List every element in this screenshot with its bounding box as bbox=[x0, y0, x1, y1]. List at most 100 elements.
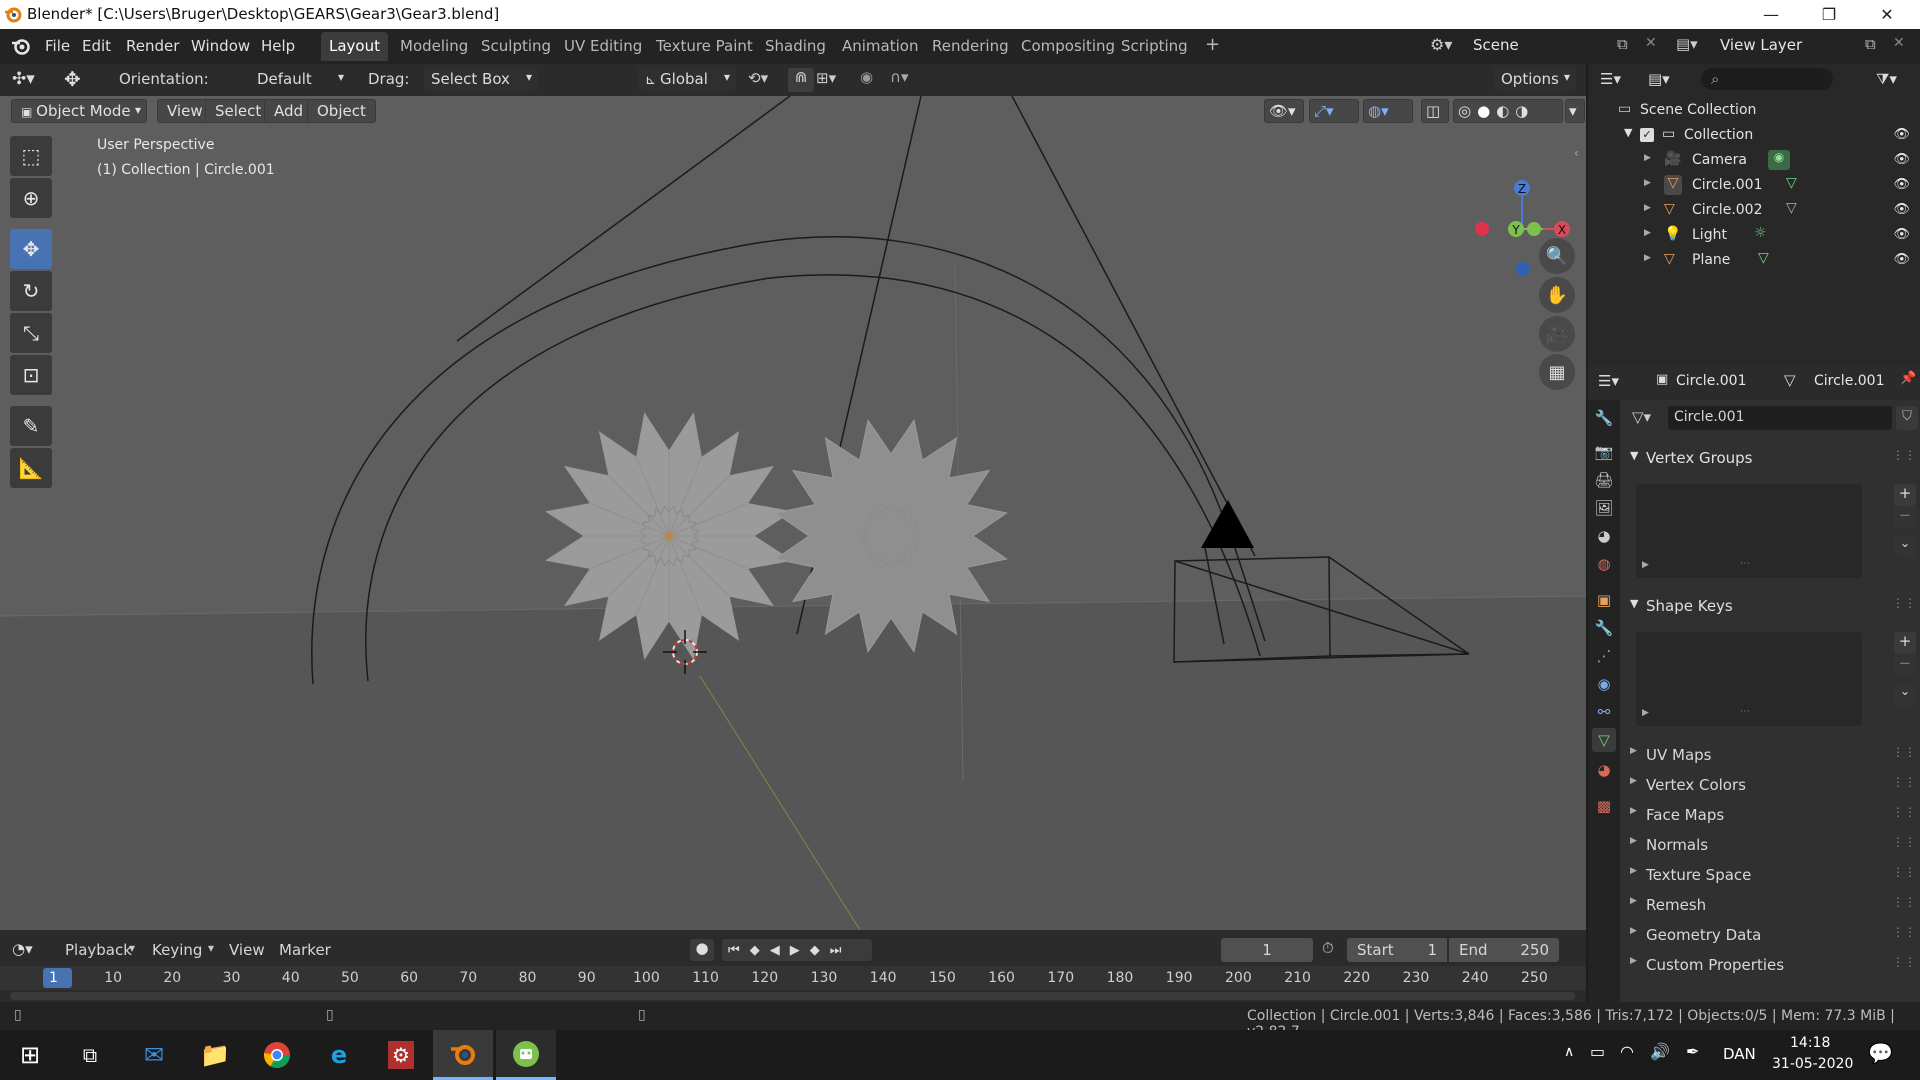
falloff-icon[interactable]: ∩▾ bbox=[890, 68, 909, 86]
drag-dropdown[interactable]: Select Box ▾ bbox=[424, 67, 538, 92]
outliner-row-light[interactable]: ▶ 💡 Light ☼ 👁 bbox=[1588, 223, 1920, 248]
vertex-groups-list[interactable]: ▶ ⋯ bbox=[1636, 484, 1862, 578]
jump-start-icon[interactable]: ⏮ bbox=[728, 943, 750, 958]
camera-view-icon[interactable]: 🎥 bbox=[1539, 316, 1575, 352]
clock-date[interactable]: 31-05-2020 bbox=[1772, 1056, 1853, 1072]
blender-taskbar-icon[interactable] bbox=[433, 1030, 493, 1080]
outliner-row-circle-002[interactable]: ▶ ▽ Circle.002 ▽ 👁 bbox=[1588, 198, 1920, 223]
eye-icon[interactable]: 👁 bbox=[1893, 127, 1910, 142]
scene-browse-icon[interactable]: ⚙▾ bbox=[1430, 35, 1460, 57]
tool-tab-icon[interactable]: 🔧 bbox=[1592, 406, 1616, 430]
expand-arrow-icon[interactable]: ▶ bbox=[1644, 178, 1651, 188]
transform-orientation-dropdown[interactable]: ⊾ Global ▾ bbox=[638, 67, 736, 92]
output-tab-icon[interactable]: 🖨 bbox=[1592, 468, 1616, 492]
panel-vertex-colors[interactable]: ▶ Vertex Colors ⋮⋮ bbox=[1624, 770, 1920, 800]
maximize-button[interactable]: ❐ bbox=[1800, 0, 1858, 29]
select-box-tool-icon[interactable]: ⬚ bbox=[10, 136, 52, 176]
sidebar-toggle-icon[interactable]: ‹ bbox=[1574, 146, 1579, 160]
scale-tool-icon[interactable]: ⤡ bbox=[10, 313, 52, 353]
eye-icon[interactable]: 👁 bbox=[1893, 202, 1910, 217]
timeline-menu-marker[interactable]: Marker bbox=[279, 941, 331, 959]
timeline-scrollbar[interactable] bbox=[10, 992, 1575, 1000]
rotate-tool-icon[interactable]: ↻ bbox=[10, 271, 52, 311]
shape-key-specials-icon[interactable]: ⌄ bbox=[1894, 684, 1916, 706]
mesh-data-icon[interactable]: ▽ bbox=[1786, 200, 1797, 216]
pan-hand-icon[interactable]: ✋ bbox=[1539, 277, 1575, 313]
visibility-toggle-icon[interactable]: 👁▾ bbox=[1264, 99, 1304, 123]
tab-compositing[interactable]: Compositing bbox=[1013, 32, 1123, 61]
tab-rendering[interactable]: Rendering bbox=[924, 32, 1017, 61]
3d-viewport[interactable]: ▣ Object Mode ▾ View Select Add Object 👁… bbox=[0, 96, 1586, 930]
eye-icon[interactable]: 👁 bbox=[1893, 252, 1910, 267]
current-frame-field[interactable]: 1 bbox=[1221, 938, 1313, 962]
prev-keyframe-icon[interactable]: ◆ bbox=[750, 943, 770, 958]
list-options-arrow-icon[interactable]: ▶ bbox=[1642, 560, 1649, 570]
texture-tab-icon[interactable]: ▩ bbox=[1592, 794, 1616, 818]
add-vertex-group-button[interactable]: + bbox=[1894, 484, 1916, 506]
move-tool-button-icon[interactable]: ✥ bbox=[10, 229, 52, 269]
volume-icon[interactable]: 🔊 bbox=[1650, 1042, 1670, 1061]
panel-custom-properties[interactable]: ▶ Custom Properties ⋮⋮ bbox=[1624, 950, 1920, 980]
mesh-data-tab-icon[interactable]: ▽ bbox=[1592, 728, 1616, 752]
end-frame-field[interactable]: End 250 bbox=[1449, 938, 1559, 962]
scene-name[interactable]: Scene bbox=[1473, 36, 1519, 54]
proportional-edit-icon[interactable]: ◉ bbox=[860, 68, 873, 86]
remove-vertex-group-button[interactable]: − bbox=[1894, 506, 1916, 528]
annotate-tool-icon[interactable]: ✎ bbox=[10, 406, 52, 446]
outliner-row-scene-collection[interactable]: ▭ Scene Collection bbox=[1588, 98, 1920, 123]
viewport-menu-add[interactable]: Add bbox=[264, 99, 314, 123]
editor-type-icon[interactable]: ✣▾ bbox=[12, 69, 35, 89]
camera-data-icon[interactable]: ◉ bbox=[1768, 150, 1790, 170]
properties-editor-type-icon[interactable]: ☰▾ bbox=[1598, 372, 1619, 390]
shading-options-chevron-icon[interactable]: ▾ bbox=[1565, 99, 1585, 123]
solid-shading-icon[interactable]: ● bbox=[1477, 102, 1496, 120]
outliner-editor-type-icon[interactable]: ☰▾ bbox=[1600, 70, 1621, 88]
tab-modeling[interactable]: Modeling bbox=[392, 32, 476, 61]
zoom-icon[interactable]: 🔍 bbox=[1539, 238, 1575, 274]
tab-sculpting[interactable]: Sculpting bbox=[473, 32, 559, 61]
drag-handle-icon[interactable]: ⋮⋮ bbox=[1892, 448, 1916, 462]
timeline-menu-keying[interactable]: Keying bbox=[152, 941, 202, 959]
mail-icon[interactable]: ✉ bbox=[124, 1030, 184, 1080]
record-icon[interactable]: ● bbox=[690, 939, 714, 961]
pen-icon[interactable]: ✒ bbox=[1686, 1042, 1699, 1061]
input-language[interactable]: DAN bbox=[1723, 1045, 1756, 1063]
green-app-icon[interactable] bbox=[496, 1030, 556, 1080]
viewport-menu-object[interactable]: Object bbox=[307, 99, 376, 123]
rendered-shading-icon[interactable]: ◑ bbox=[1515, 102, 1534, 120]
blender-menu-icon[interactable] bbox=[10, 36, 32, 56]
panel-texture-space[interactable]: ▶ Texture Space ⋮⋮ bbox=[1624, 860, 1920, 890]
drag-handle-icon[interactable]: ⋮⋮ bbox=[1892, 955, 1916, 969]
timeline-editor-type-icon[interactable]: ◔▾ bbox=[12, 940, 33, 958]
expand-arrow-icon[interactable]: ▶ bbox=[1644, 153, 1651, 163]
wireframe-shading-icon[interactable]: ◎ bbox=[1458, 102, 1477, 120]
windows-start-icon[interactable]: ⊞ bbox=[0, 1030, 60, 1080]
menu-render[interactable]: Render bbox=[121, 35, 184, 57]
show-hidden-icons-icon[interactable]: ∧ bbox=[1564, 1044, 1574, 1060]
drag-handle-icon[interactable]: ⋮⋮ bbox=[1892, 745, 1916, 759]
expand-arrow-icon[interactable]: ▶ bbox=[1644, 253, 1651, 263]
battery-icon[interactable]: ▭ bbox=[1590, 1042, 1605, 1061]
render-tab-icon[interactable]: 📷 bbox=[1592, 440, 1616, 464]
panel-face-maps[interactable]: ▶ Face Maps ⋮⋮ bbox=[1624, 800, 1920, 830]
snap-target-icon[interactable]: ⊞▾ bbox=[816, 69, 836, 87]
tab-layout[interactable]: Layout bbox=[321, 32, 388, 61]
delete-view-layer-icon[interactable]: ✕ bbox=[1893, 35, 1905, 51]
file-explorer-icon[interactable]: 📁 bbox=[185, 1030, 245, 1080]
tab-texture-paint[interactable]: Texture Paint bbox=[648, 32, 761, 61]
mesh-data-icon[interactable]: ▽ bbox=[1758, 250, 1769, 266]
new-scene-icon[interactable]: ⧉ bbox=[1617, 35, 1628, 53]
next-keyframe-icon[interactable]: ◆ bbox=[810, 943, 830, 958]
chrome-icon[interactable] bbox=[247, 1030, 307, 1080]
outliner-search-input[interactable]: ⌕ bbox=[1701, 68, 1833, 90]
drag-handle-icon[interactable]: ⋮⋮ bbox=[1892, 895, 1916, 909]
material-shading-icon[interactable]: ◐ bbox=[1496, 102, 1515, 120]
particles-tab-icon[interactable]: ⋰ bbox=[1592, 644, 1616, 668]
drag-handle-icon[interactable]: ⋮⋮ bbox=[1892, 775, 1916, 789]
outliner-row-collection[interactable]: ▼ ✓ ▭ Collection 👁 bbox=[1588, 123, 1920, 148]
clock-time[interactable]: 14:18 bbox=[1790, 1035, 1830, 1051]
object-tab-icon[interactable]: ▣ bbox=[1592, 588, 1616, 612]
world-tab-icon[interactable]: ◍ bbox=[1592, 552, 1616, 576]
play-icon[interactable]: ▶ bbox=[790, 943, 810, 958]
gizmo-toggle-icon[interactable]: ⤢▾ bbox=[1309, 99, 1359, 123]
